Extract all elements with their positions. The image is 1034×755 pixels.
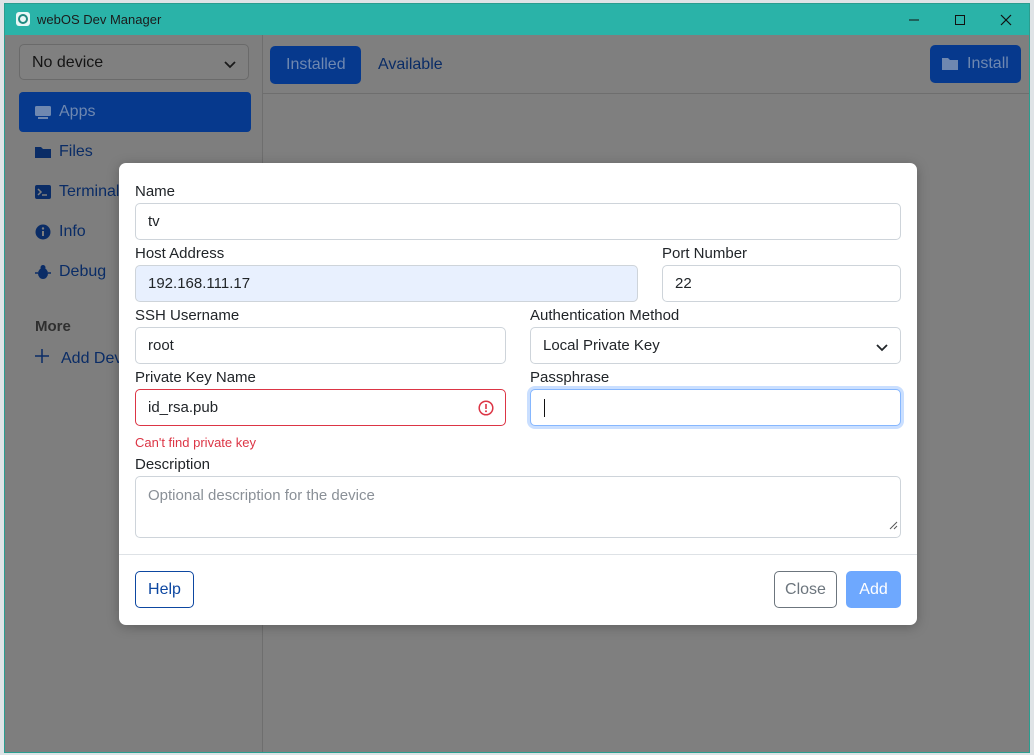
dialog-footer-divider <box>119 554 917 555</box>
install-button[interactable]: Install <box>930 45 1021 83</box>
minimize-button[interactable] <box>891 4 937 35</box>
port-number-input[interactable]: 22 <box>662 265 901 302</box>
host-address-input[interactable]: 192.168.111.17 <box>135 265 638 302</box>
chevron-down-icon <box>876 340 888 357</box>
help-button[interactable]: Help <box>135 571 194 608</box>
chevron-down-icon <box>224 57 236 75</box>
passphrase-input[interactable] <box>530 389 901 426</box>
ssh-username-input[interactable]: root <box>135 327 506 364</box>
sidebar-item-label: Apps <box>59 103 96 120</box>
section-title-more: More <box>35 318 71 335</box>
resize-handle-icon[interactable] <box>889 517 898 535</box>
minimize-icon <box>909 19 919 20</box>
close-window-button[interactable] <box>983 4 1029 35</box>
host-address-value: 192.168.111.17 <box>148 275 251 292</box>
terminal-icon <box>35 184 51 200</box>
name-input[interactable]: tv <box>135 203 901 240</box>
port-number-label: Port Number <box>662 245 748 262</box>
passphrase-label: Passphrase <box>530 369 610 386</box>
private-key-label: Private Key Name <box>135 369 256 386</box>
text-caret <box>544 399 545 417</box>
tab-label: Installed <box>286 56 346 73</box>
bug-icon <box>35 264 51 280</box>
name-label: Name <box>135 183 176 200</box>
sidebar-item-label: Terminal <box>59 183 120 200</box>
name-value: tv <box>148 213 160 230</box>
computer-icon <box>35 104 51 120</box>
plus-icon <box>35 349 51 368</box>
description-label: Description <box>135 456 211 473</box>
title-bar[interactable]: webOS Dev Manager <box>5 4 1029 35</box>
ssh-username-value: root <box>148 337 174 354</box>
install-label: Install <box>967 55 1009 72</box>
port-number-value: 22 <box>675 275 692 292</box>
webos-logo-icon <box>15 11 31 27</box>
close-button[interactable]: Close <box>774 571 837 608</box>
tab-installed[interactable]: Installed <box>270 46 361 84</box>
auth-method-select[interactable]: Local Private Key <box>530 327 901 364</box>
info-icon <box>35 224 51 240</box>
device-select-value: No device <box>32 54 104 71</box>
private-key-error: Can't find private key <box>135 435 256 450</box>
error-icon <box>478 400 494 420</box>
tab-available[interactable]: Available <box>378 56 443 74</box>
maximize-button[interactable] <box>937 4 983 35</box>
private-key-input[interactable]: id_rsa.pub <box>135 389 506 426</box>
sidebar-item-apps[interactable]: Apps <box>19 92 251 132</box>
maximize-icon <box>955 14 965 25</box>
window-title: webOS Dev Manager <box>37 12 162 27</box>
close-icon <box>1000 14 1012 25</box>
sidebar-item-label: Debug <box>59 263 107 280</box>
add-device-dialog: Name tv Host Address 192.168.111.17 Port… <box>119 163 917 625</box>
ssh-username-label: SSH Username <box>135 307 240 324</box>
add-button[interactable]: Add <box>846 571 901 608</box>
private-key-value: id_rsa.pub <box>148 399 219 416</box>
description-placeholder: Optional description for the device <box>148 487 375 504</box>
sidebar-item-label: Files <box>59 143 93 160</box>
description-textarea[interactable]: Optional description for the device <box>135 476 901 538</box>
host-address-label: Host Address <box>135 245 225 262</box>
folder-icon <box>35 144 51 160</box>
folder-icon <box>942 57 958 76</box>
device-select[interactable]: No device <box>19 44 249 80</box>
auth-method-label: Authentication Method <box>530 307 680 324</box>
main-toolbar: Installed Available Install <box>263 35 1029 94</box>
auth-method-value: Local Private Key <box>543 337 660 354</box>
sidebar-item-label: Info <box>59 223 86 240</box>
